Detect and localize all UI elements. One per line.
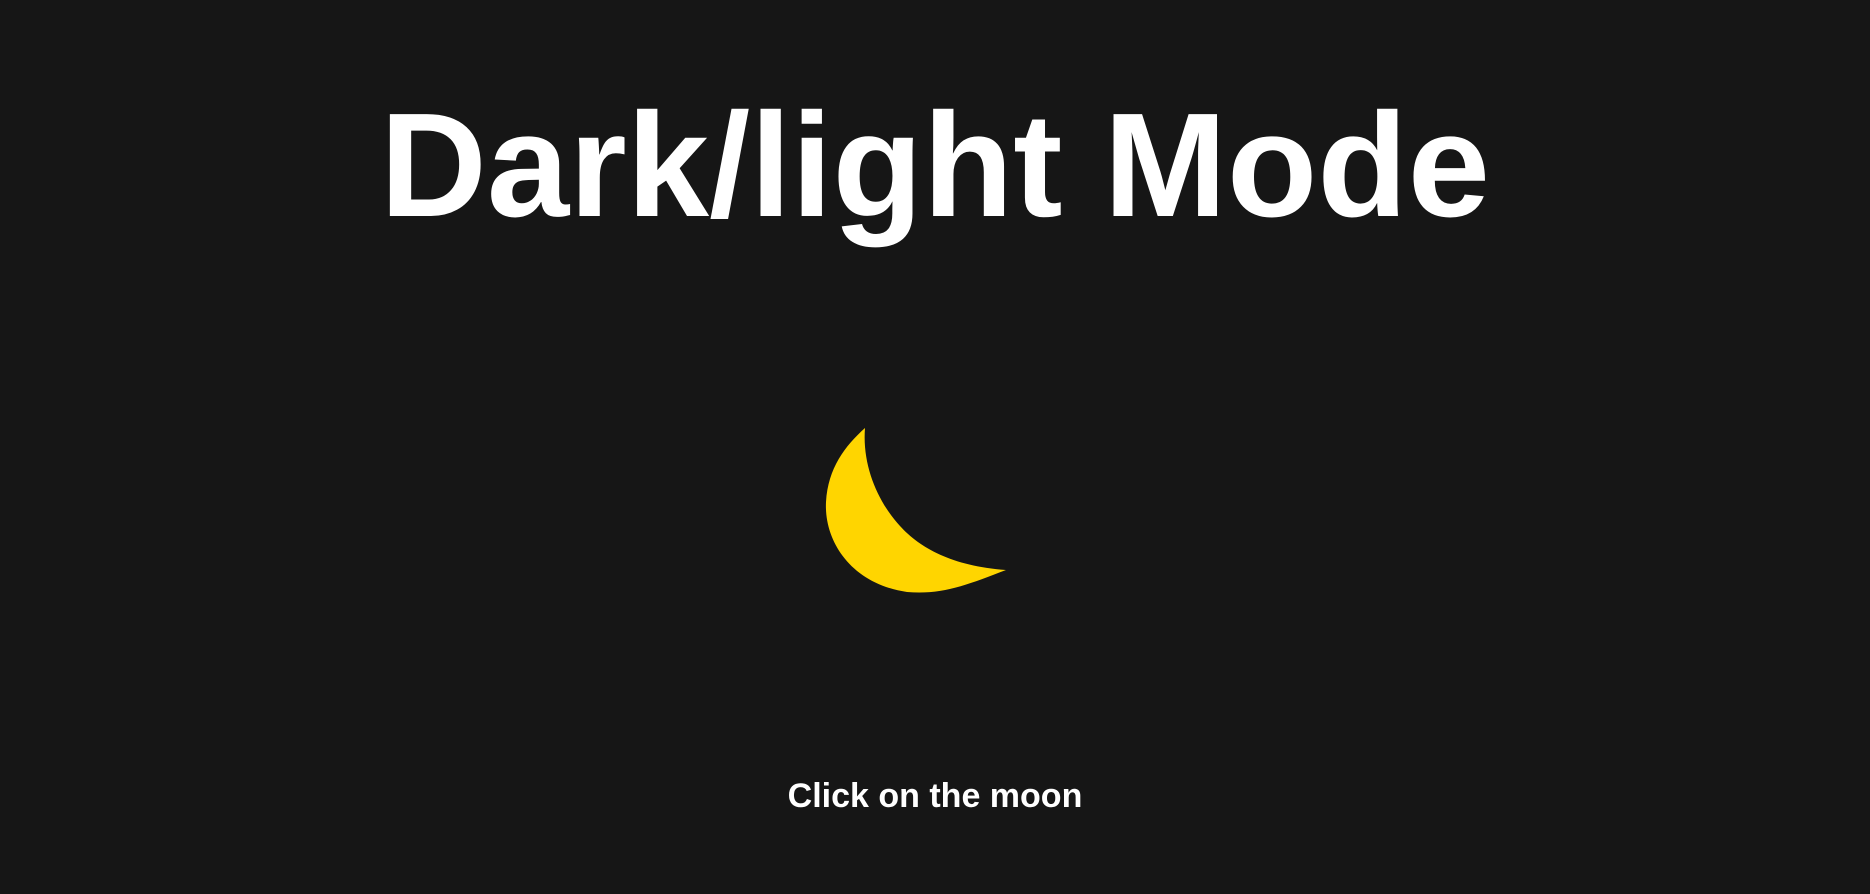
page-title: Dark/light Mode xyxy=(379,83,1491,248)
instruction-text: Click on the moon xyxy=(787,777,1083,815)
theme-toggle-button[interactable] xyxy=(812,420,1012,630)
page: Dark/light Mode Click on the moon xyxy=(0,0,1870,894)
moon-icon xyxy=(825,428,1006,593)
